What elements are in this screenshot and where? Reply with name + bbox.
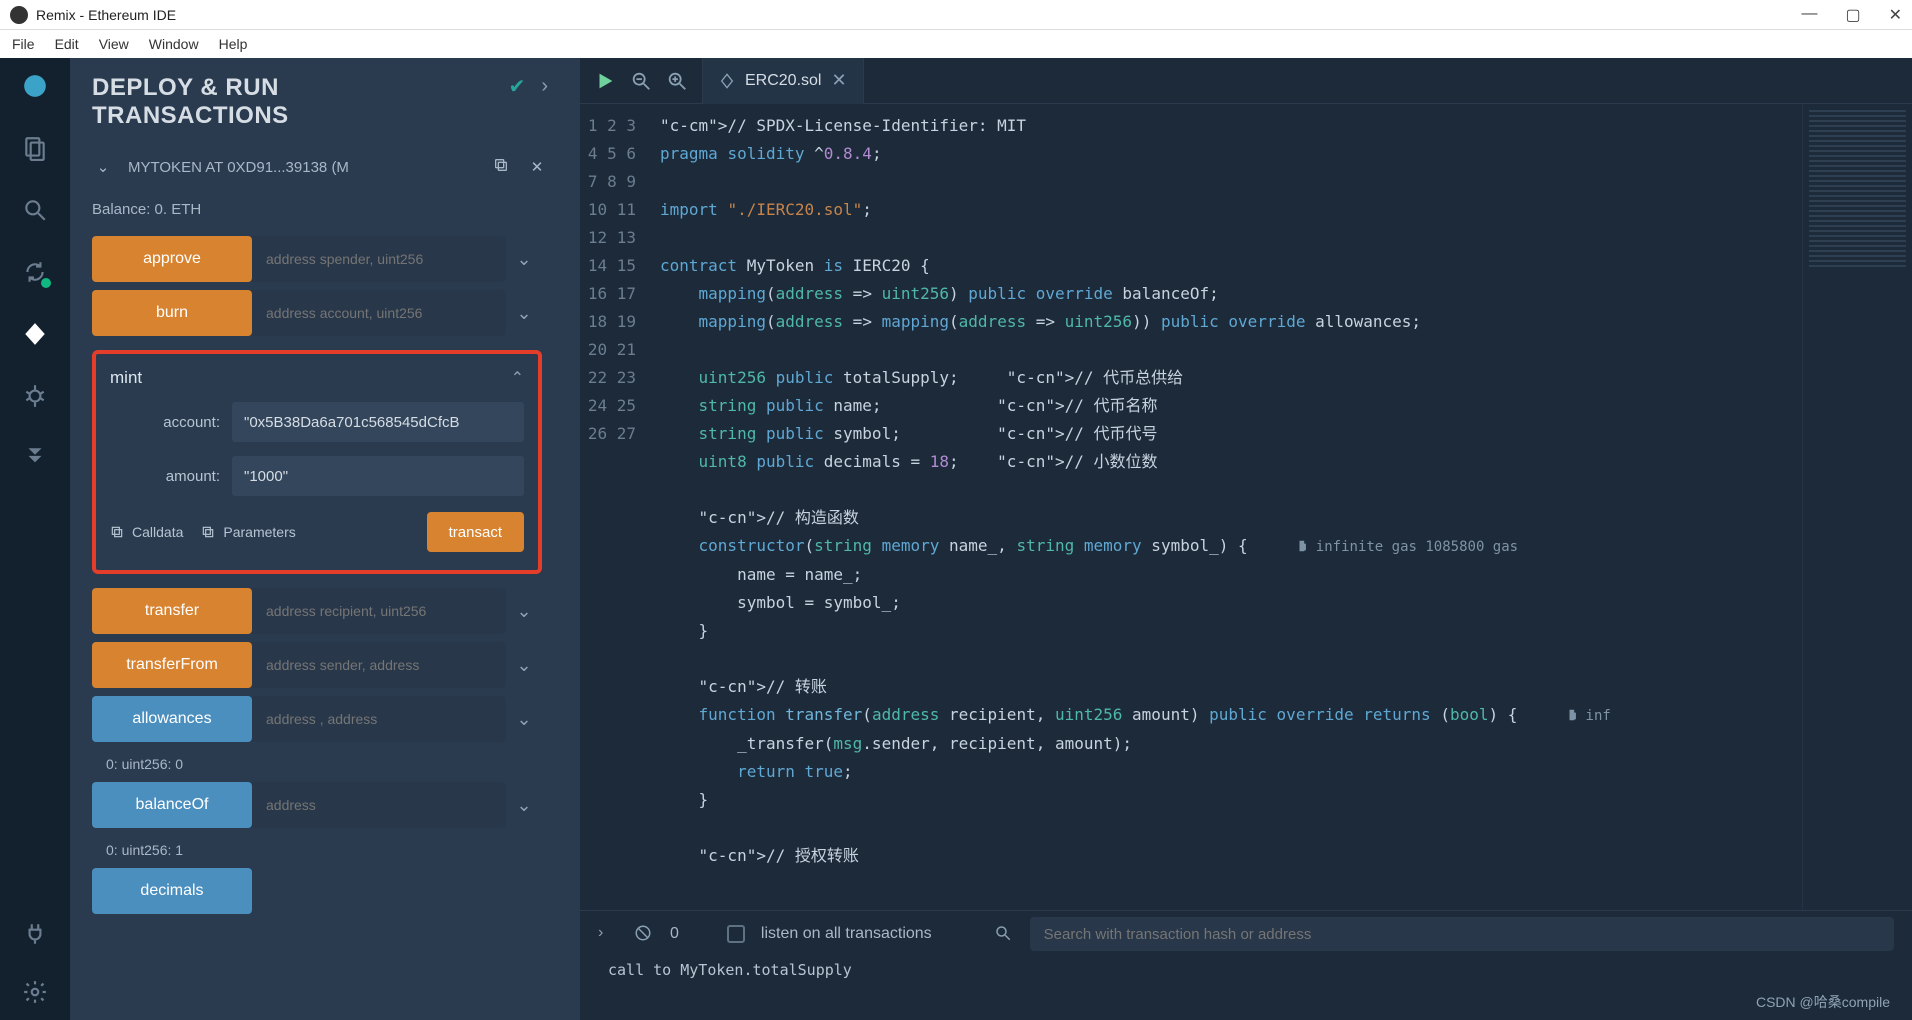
allowances-input[interactable] (252, 696, 506, 742)
menu-view[interactable]: View (99, 36, 129, 52)
search-icon[interactable] (994, 924, 1014, 944)
balanceof-input[interactable] (252, 782, 506, 828)
decimals-button[interactable]: decimals (92, 868, 252, 914)
remix-logo-icon[interactable] (21, 72, 49, 100)
menu-edit[interactable]: Edit (55, 36, 79, 52)
menu-window[interactable]: Window (149, 36, 199, 52)
pending-tx-count: 0 (670, 925, 679, 943)
balanceof-result: 0: uint256: 1 (106, 842, 542, 858)
chevron-down-icon[interactable]: ⌄ (506, 249, 542, 270)
chevron-up-icon[interactable]: ⌃ (511, 368, 524, 388)
block-icon[interactable] (634, 924, 654, 944)
minimap[interactable] (1802, 104, 1912, 910)
window-close-button[interactable]: ✕ (1889, 5, 1902, 25)
window-minimize-button[interactable]: — (1801, 5, 1817, 25)
listen-checkbox[interactable] (727, 925, 745, 943)
menubar: File Edit View Window Help (0, 30, 1912, 58)
deploy-run-icon[interactable] (21, 320, 49, 348)
window-maximize-button[interactable]: ▢ (1845, 5, 1860, 25)
approve-input[interactable] (252, 236, 506, 282)
solidity-file-icon (719, 73, 735, 89)
burn-input[interactable] (252, 290, 506, 336)
check-icon: ✔ (509, 74, 526, 99)
chevron-down-icon[interactable]: ⌄ (506, 795, 542, 816)
approve-button[interactable]: approve (92, 236, 252, 282)
chevron-down-icon[interactable]: ⌄ (506, 601, 542, 622)
transact-button[interactable]: transact (427, 512, 524, 552)
mint-title: mint (110, 368, 142, 388)
editor-tab[interactable]: ERC20.sol ✕ (702, 58, 864, 104)
code-content[interactable]: "c-cm">// SPDX-License-Identifier: MIT p… (650, 104, 1802, 910)
file-explorer-icon[interactable] (21, 134, 49, 162)
zoom-out-icon[interactable] (630, 70, 652, 92)
transferfrom-button[interactable]: transferFrom (92, 642, 252, 688)
mint-amount-input[interactable] (232, 456, 524, 496)
chevron-right-icon[interactable]: › (598, 924, 618, 944)
solidity-compiler-icon[interactable] (21, 258, 49, 286)
copy-icon[interactable] (490, 157, 512, 177)
allowances-button[interactable]: allowances (92, 696, 252, 742)
chevron-down-icon[interactable]: ⌄ (506, 655, 542, 676)
mint-expanded-box: mint ⌃ account: amount: Calldata (92, 350, 542, 574)
zoom-in-icon[interactable] (666, 70, 688, 92)
window-titlebar: Remix - Ethereum IDE — ▢ ✕ (0, 0, 1912, 30)
deploy-panel: DEPLOY & RUNTRANSACTIONS ✔ › ⌄ MYTOKEN A… (70, 58, 570, 1020)
contract-instance-label[interactable]: MYTOKEN AT 0XD91...39138 (M (128, 159, 476, 176)
transferfrom-input[interactable] (252, 642, 506, 688)
menu-file[interactable]: File (12, 36, 35, 52)
mint-account-label: account: (110, 414, 232, 431)
compile-success-badge-icon (39, 276, 53, 290)
search-icon[interactable] (21, 196, 49, 224)
editor-area: ERC20.sol ✕ 1 2 3 4 5 6 7 8 9 10 11 12 1… (580, 58, 1912, 1020)
settings-gear-icon[interactable] (21, 978, 49, 1006)
transfer-button[interactable]: transfer (92, 588, 252, 634)
line-gutter: 1 2 3 4 5 6 7 8 9 10 11 12 13 14 15 16 1… (580, 104, 650, 910)
balance-label: Balance: 0. ETH (92, 201, 548, 218)
window-title: Remix - Ethereum IDE (36, 7, 176, 23)
plugin-manager-icon[interactable] (21, 444, 49, 472)
chevron-right-icon[interactable]: › (541, 75, 548, 98)
parameters-button[interactable]: Parameters (201, 524, 295, 540)
allowances-result: 0: uint256: 0 (106, 756, 542, 772)
terminal: › 0 listen on all transactions call to M… (580, 910, 1912, 1020)
chevron-down-icon[interactable]: ⌄ (92, 158, 114, 176)
tab-filename: ERC20.sol (745, 72, 821, 90)
menu-help[interactable]: Help (219, 36, 248, 52)
app-logo-icon (10, 6, 28, 24)
terminal-log: call to MyToken.totalSupply (580, 957, 1912, 983)
tab-close-icon[interactable]: ✕ (831, 70, 846, 91)
calldata-button[interactable]: Calldata (110, 524, 183, 540)
terminal-search-input[interactable] (1030, 917, 1894, 951)
mint-account-input[interactable] (232, 402, 524, 442)
plug-icon[interactable] (21, 920, 49, 948)
balanceof-button[interactable]: balanceOf (92, 782, 252, 828)
function-list: approve ⌄ burn ⌄ mint ⌃ account: (92, 236, 548, 914)
burn-button[interactable]: burn (92, 290, 252, 336)
panel-title: DEPLOY & RUNTRANSACTIONS (92, 74, 289, 129)
listen-label: listen on all transactions (761, 925, 932, 943)
close-icon[interactable]: ✕ (526, 158, 548, 176)
mint-amount-label: amount: (110, 468, 232, 485)
chevron-down-icon[interactable]: ⌄ (506, 303, 542, 324)
icon-rail (0, 58, 70, 1020)
panel-resize-handle[interactable] (570, 58, 580, 1020)
play-icon[interactable] (594, 70, 616, 92)
transfer-input[interactable] (252, 588, 506, 634)
debugger-icon[interactable] (21, 382, 49, 410)
chevron-down-icon[interactable]: ⌄ (506, 709, 542, 730)
watermark: CSDN @哈桑compile (1756, 992, 1890, 1012)
